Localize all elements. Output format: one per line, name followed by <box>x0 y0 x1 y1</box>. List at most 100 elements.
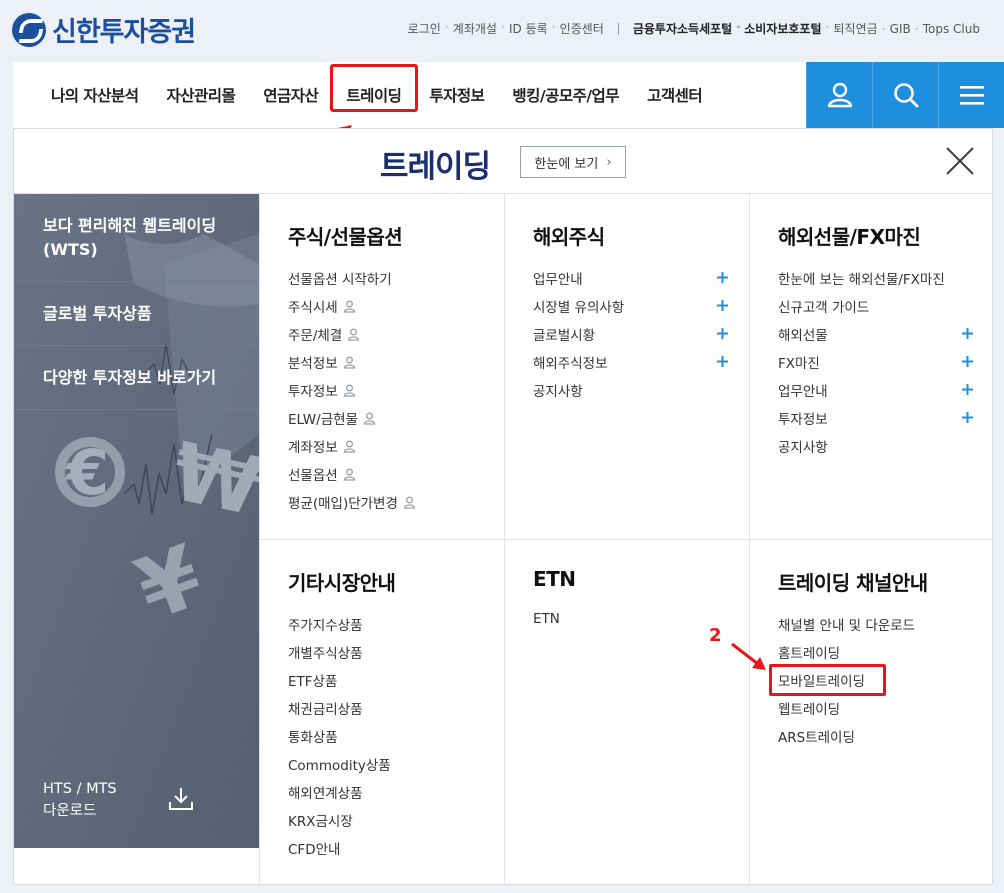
menu-link[interactable]: 해외연계상품 <box>288 778 484 806</box>
nav-item-asset-analysis[interactable]: 나의 자산분석 <box>51 84 139 106</box>
menu-link[interactable]: 공지사항 <box>778 432 974 460</box>
util-link-cert-center[interactable]: 인증센터 <box>552 20 610 37</box>
my-page-button[interactable] <box>806 62 872 128</box>
expand-plus-icon[interactable] <box>961 411 974 424</box>
util-link-tops-club[interactable]: Tops Club <box>915 22 986 36</box>
menu-link[interactable]: 통화상품 <box>288 722 484 750</box>
menu-link[interactable]: 공지사항 <box>533 376 729 404</box>
all-menu-button[interactable] <box>938 62 1004 128</box>
menu-link[interactable]: ARS트레이딩 <box>778 722 974 750</box>
menu-link[interactable]: 주가지수상품 <box>288 610 484 638</box>
menu-link-label: 계좌정보 <box>288 440 338 456</box>
menu-link[interactable]: 신규고객 가이드 <box>778 292 974 320</box>
util-link-pension[interactable]: 퇴직연금 <box>825 20 883 37</box>
menu-link[interactable]: 웹트레이딩 <box>778 694 974 722</box>
menu-link[interactable]: 분석정보 <box>288 348 484 376</box>
util-link-consumer-portal[interactable]: 소비자보호포털 <box>736 20 827 37</box>
nav-item-asset-mall[interactable]: 자산관리몰 <box>166 84 235 106</box>
menu-link[interactable]: 투자정보 <box>288 376 484 404</box>
expand-plus-icon[interactable] <box>961 383 974 396</box>
menu-link[interactable]: 업무안내 <box>533 264 729 292</box>
search-icon <box>893 83 918 108</box>
menu-column-title[interactable]: 주식/선물옵션 <box>288 221 484 250</box>
sidebar-item-global-products[interactable]: 글로벌 투자상품 <box>14 282 259 346</box>
menu-link[interactable]: 주식시세 <box>288 292 484 320</box>
menu-link-label: KRX금시장 <box>288 814 353 830</box>
menu-link-label: 주식시세 <box>288 300 338 316</box>
menu-column-title[interactable]: 해외선물/FX마진 <box>778 221 974 250</box>
expand-plus-icon[interactable] <box>716 271 729 284</box>
utility-links: 로그인 계좌개설 ID 등록 인증센터 금융투자소득세포털 소비자보호포털 퇴직… <box>402 20 986 37</box>
menu-column-title[interactable]: 기타시장안내 <box>288 567 484 596</box>
expand-plus-icon[interactable] <box>716 299 729 312</box>
menu-link[interactable]: Commodity상품 <box>288 750 484 778</box>
menu-link[interactable]: ETN <box>533 605 729 633</box>
util-link-gib[interactable]: GIB <box>882 22 917 36</box>
hts-mts-download-link[interactable]: HTS / MTS 다운로드 <box>43 778 117 823</box>
view-all-button[interactable]: 한눈에 보기 › <box>520 146 626 178</box>
menu-column-title[interactable]: 트레이딩 채널안내 <box>778 567 974 596</box>
expand-plus-icon[interactable] <box>961 355 974 368</box>
nav-item-banking[interactable]: 뱅킹/공모주/업무 <box>512 84 619 106</box>
annotation-highlight-box-2 <box>769 664 886 696</box>
sidebar-item-wts[interactable]: 보다 편리해진 웹트레이딩 (WTS) <box>14 194 259 282</box>
menu-link[interactable]: ELW/금현물 <box>288 404 484 432</box>
nav-item-pension[interactable]: 연금자산 <box>263 84 319 106</box>
menu-column-title[interactable]: ETN <box>533 567 729 591</box>
menu-column-overseas-stocks: 해외주식업무안내 시장별 유의사항 글로벌시황 해외주식정보 공지사항 <box>533 221 729 404</box>
expand-plus-icon[interactable] <box>716 355 729 368</box>
expand-plus-icon[interactable] <box>961 327 974 340</box>
expand-plus-icon[interactable] <box>716 327 729 340</box>
menu-link[interactable]: 주문/체결 <box>288 320 484 348</box>
column-divider <box>504 194 505 886</box>
menu-link[interactable]: 시장별 유의사항 <box>533 292 729 320</box>
util-link-login[interactable]: 로그인 <box>402 20 447 37</box>
util-link-id-register[interactable]: ID 등록 <box>501 20 554 37</box>
menu-column-stocks-futures: 주식/선물옵션선물옵션 시작하기주식시세주문/체결분석정보투자정보 ELW/금현물… <box>288 221 484 516</box>
menu-link[interactable]: ETF상품 <box>288 666 484 694</box>
menu-link[interactable]: FX마진 <box>778 348 974 376</box>
menu-link[interactable]: 홈트레이딩 <box>778 638 974 666</box>
menu-link[interactable]: 투자정보 <box>778 404 974 432</box>
menu-link-label: 투자정보 <box>288 384 338 400</box>
menu-link-label: 공지사항 <box>778 440 828 456</box>
menu-link[interactable]: 한눈에 보는 해외선물/FX마진 <box>778 264 974 292</box>
menu-link[interactable]: 선물옵션 <box>288 460 484 488</box>
column-divider <box>259 194 260 886</box>
menu-link-label: 분석정보 <box>288 356 338 372</box>
menu-link[interactable]: 계좌정보 <box>288 432 484 460</box>
menu-link[interactable]: KRX금시장 <box>288 806 484 834</box>
menu-link[interactable]: CFD안내 <box>288 834 484 862</box>
top-header: 신한투자증권 로그인 계좌개설 ID 등록 인증센터 금융투자소득세포털 소비자… <box>0 0 1004 62</box>
nav-item-customer-center[interactable]: 고객센터 <box>647 84 703 106</box>
menu-column-other-markets: 기타시장안내주가지수상품 개별주식상품 ETF상품 채권금리상품 통화상품 Commodi… <box>288 567 484 862</box>
menu-link[interactable]: 글로벌시황 <box>533 320 729 348</box>
column-divider <box>749 194 750 886</box>
view-all-label: 한눈에 보기 <box>534 156 599 172</box>
util-link-tax-portal[interactable]: 금융투자소득세포털 <box>627 20 738 37</box>
menu-link[interactable]: 선물옵션 시작하기 <box>288 264 484 292</box>
nav-item-trading[interactable]: 트레이딩 <box>330 64 419 112</box>
menu-link-label: 홈트레이딩 <box>778 646 841 662</box>
close-icon[interactable] <box>944 145 976 177</box>
download-icon[interactable] <box>168 786 194 812</box>
search-button[interactable] <box>872 62 938 128</box>
brand-logo[interactable]: 신한투자증권 <box>12 10 196 49</box>
main-nav-menu: 나의 자산분석 자산관리몰 연금자산 트레이딩 투자정보 뱅킹/공모주/업무 고… <box>51 62 730 128</box>
menu-link[interactable]: 평균(매입)단가변경 <box>288 488 484 516</box>
sidebar-item-invest-info[interactable]: 다양한 투자정보 바로가기 <box>14 346 259 410</box>
menu-link[interactable]: 해외선물 <box>778 320 974 348</box>
menu-column-title[interactable]: 해외주식 <box>533 221 729 250</box>
menu-link[interactable]: 채널별 안내 및 다운로드 <box>778 610 974 638</box>
user-icon <box>827 82 852 108</box>
util-link-account-open[interactable]: 계좌개설 <box>445 20 503 37</box>
menu-link-label: CFD안내 <box>288 842 341 858</box>
menu-link[interactable]: 개별주식상품 <box>288 638 484 666</box>
menu-column-etn: ETN ETN <box>533 567 729 633</box>
menu-link[interactable]: 채권금리상품 <box>288 694 484 722</box>
menu-link[interactable]: 모바일트레이딩 <box>769 664 974 696</box>
nav-item-invest-info[interactable]: 투자정보 <box>429 84 485 106</box>
menu-link[interactable]: 해외주식정보 <box>533 348 729 376</box>
menu-link[interactable]: 업무안내 <box>778 376 974 404</box>
login-required-icon <box>403 496 416 509</box>
